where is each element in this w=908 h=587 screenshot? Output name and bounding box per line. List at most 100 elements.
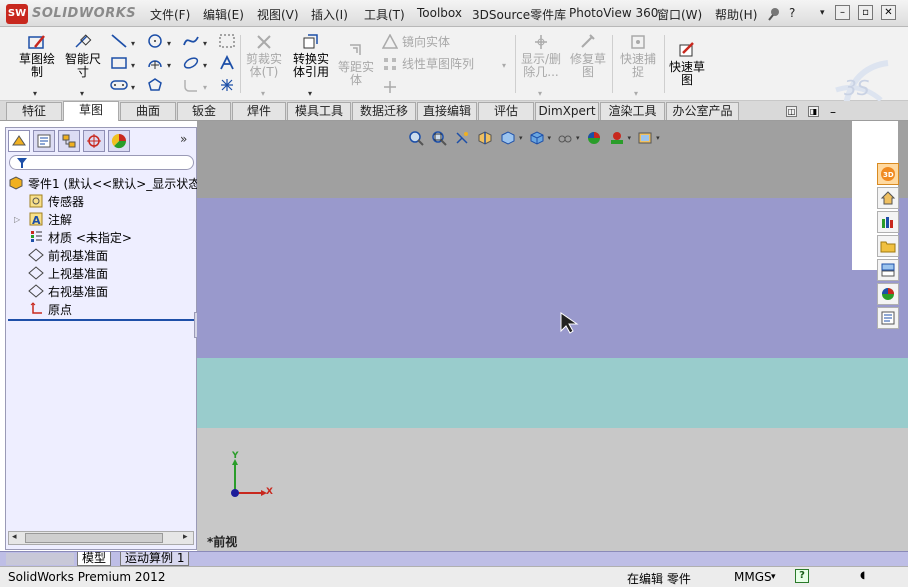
rollback-bar[interactable]: [8, 319, 194, 321]
polygon-icon[interactable]: [146, 77, 164, 93]
text-icon[interactable]: [218, 55, 236, 71]
restore-button[interactable]: ▫: [858, 5, 873, 20]
tree-item-sensors[interactable]: 传感器: [28, 192, 84, 210]
menu-toolbox[interactable]: Toolbox: [417, 6, 462, 20]
tab-features[interactable]: 特征: [6, 102, 62, 120]
configurationmanager-tab[interactable]: [58, 130, 80, 152]
line-icon[interactable]: [110, 33, 128, 49]
sketch-dropdown-arrow[interactable]: ▾: [33, 89, 37, 98]
tab-sketch[interactable]: 草图: [63, 101, 119, 121]
fillet-icon[interactable]: [182, 77, 200, 93]
trim-entities-button[interactable]: 剪裁实 体(T): [243, 33, 285, 79]
pin-icon[interactable]: [766, 6, 782, 25]
help-menu-icon[interactable]: ?: [789, 6, 795, 20]
menu-3dsource[interactable]: 3DSource零件库: [472, 6, 566, 23]
previous-view-icon[interactable]: [453, 129, 471, 147]
scroll-left-icon[interactable]: ◂: [12, 532, 17, 542]
apply-scene-dropdown[interactable]: ▾: [628, 134, 632, 142]
tab-evaluate[interactable]: 评估: [478, 102, 534, 120]
sketch-button[interactable]: 草图绘 制: [12, 33, 62, 79]
view-settings-icon[interactable]: [636, 129, 654, 147]
hide-show-items-icon[interactable]: [556, 129, 574, 147]
smart-dimension-dropdown[interactable]: ▾: [80, 89, 84, 98]
display-style-dropdown[interactable]: ▾: [548, 134, 552, 142]
convert-entities-button[interactable]: 转换实 体引用: [288, 33, 334, 79]
rapid-sketch-button[interactable]: 快速草 图: [666, 41, 708, 87]
tab-weldments[interactable]: 焊件: [232, 102, 286, 120]
tab-direct-editing[interactable]: 直接编辑: [417, 102, 477, 120]
unit-system[interactable]: MMGS: [734, 570, 772, 584]
circle-icon[interactable]: [146, 33, 164, 49]
tab-office-products[interactable]: 办公室产品: [666, 102, 739, 120]
appearances-icon[interactable]: [877, 283, 899, 305]
circle-dropdown[interactable]: ▾: [167, 39, 171, 48]
menu-photoview[interactable]: PhotoView 360: [569, 6, 658, 20]
view-orientation-icon[interactable]: [499, 129, 517, 147]
featuremanager-tab[interactable]: [8, 130, 30, 152]
zoom-to-fit-icon[interactable]: [407, 129, 425, 147]
menu-tools[interactable]: 工具(T): [364, 6, 405, 23]
custom-properties-icon[interactable]: [877, 307, 899, 329]
linear-pattern-button[interactable]: 线性草图阵列: [382, 55, 474, 72]
repair-sketch-button[interactable]: 修复草 图: [566, 33, 610, 79]
tree-root-part[interactable]: 零件1 (默认<<默认>_显示状态: [8, 174, 200, 192]
more-tabs-button[interactable]: »: [180, 132, 187, 146]
graphics-area[interactable]: ▾ ▾ ▾ ▾ ▾ Y X *前视: [197, 121, 908, 551]
tab-sheet-metal[interactable]: 钣金: [177, 102, 231, 120]
expand-arrow-icon[interactable]: ▷: [14, 215, 24, 224]
slot-icon[interactable]: [110, 77, 128, 93]
scroll-right-icon[interactable]: ▸: [183, 532, 188, 542]
offset-entities-button[interactable]: 等距实 体: [335, 41, 377, 87]
tab-surfaces[interactable]: 曲面: [120, 102, 176, 120]
view-orientation-dropdown[interactable]: ▾: [519, 134, 523, 142]
view-palette-icon[interactable]: [877, 259, 899, 281]
ellipse-icon[interactable]: [182, 55, 200, 71]
tab-render-tools[interactable]: 渲染工具: [600, 102, 665, 120]
trim-dropdown[interactable]: ▾: [261, 89, 265, 98]
tile-vertical-icon[interactable]: ◨: [808, 106, 819, 117]
fillet-dropdown[interactable]: ▾: [203, 83, 207, 92]
smart-dimension-button[interactable]: 智能尺 寸: [60, 33, 106, 79]
slot-dropdown[interactable]: ▾: [131, 83, 135, 92]
tree-item-top-plane[interactable]: 上视基准面: [28, 264, 108, 282]
spline-icon[interactable]: [182, 33, 200, 49]
rectangle-icon[interactable]: [110, 55, 128, 71]
section-view-icon[interactable]: [476, 129, 494, 147]
linear-pattern-dropdown[interactable]: ▾: [502, 61, 506, 70]
spline-dropdown[interactable]: ▾: [203, 39, 207, 48]
quick-snaps-dropdown[interactable]: ▾: [634, 89, 638, 98]
convert-dropdown[interactable]: ▾: [308, 89, 312, 98]
propertymanager-tab[interactable]: [33, 130, 55, 152]
apply-scene-icon[interactable]: [608, 129, 626, 147]
help-dropdown-arrow[interactable]: ▾: [820, 8, 825, 18]
tab-data-migration[interactable]: 数据迁移: [352, 102, 416, 120]
design-library-icon[interactable]: [877, 211, 899, 233]
scroll-thumb[interactable]: [25, 533, 163, 543]
solidworks-resources-icon[interactable]: 3D: [877, 163, 899, 185]
construction-geometry-icon[interactable]: [218, 33, 236, 49]
menu-edit[interactable]: 编辑(E): [203, 6, 244, 23]
menu-view[interactable]: 视图(V): [257, 6, 299, 23]
ellipse-dropdown[interactable]: ▾: [203, 61, 207, 70]
arc-icon[interactable]: [146, 55, 164, 71]
tree-item-right-plane[interactable]: 右视基准面: [28, 282, 108, 300]
move-entities-icon[interactable]: [382, 79, 398, 95]
menu-window[interactable]: 窗口(W): [657, 6, 702, 23]
solidworks-logo[interactable]: SW SOLIDWORKS: [6, 3, 136, 24]
tile-horizontal-icon[interactable]: ◫: [786, 106, 797, 117]
tab-scroll-arrows[interactable]: [6, 553, 74, 565]
tab-mold-tools[interactable]: 模具工具: [287, 102, 351, 120]
tab-model[interactable]: 模型: [77, 552, 112, 566]
menu-file[interactable]: 文件(F): [150, 6, 190, 23]
display-delete-relations-button[interactable]: 显示/删 除几...: [518, 33, 564, 79]
point-icon[interactable]: [218, 77, 236, 93]
display-style-icon[interactable]: [528, 129, 546, 147]
tree-item-front-plane[interactable]: 前视基准面: [28, 246, 108, 264]
view-settings-dropdown[interactable]: ▾: [656, 134, 660, 142]
quick-tips-help-button[interactable]: ?: [795, 569, 809, 583]
rectangle-dropdown[interactable]: ▾: [131, 61, 135, 70]
dimxpertmanager-tab[interactable]: [83, 130, 105, 152]
close-button[interactable]: ✕: [881, 5, 896, 20]
feature-filter-input[interactable]: [9, 155, 194, 170]
displaymanager-tab[interactable]: [108, 130, 130, 152]
